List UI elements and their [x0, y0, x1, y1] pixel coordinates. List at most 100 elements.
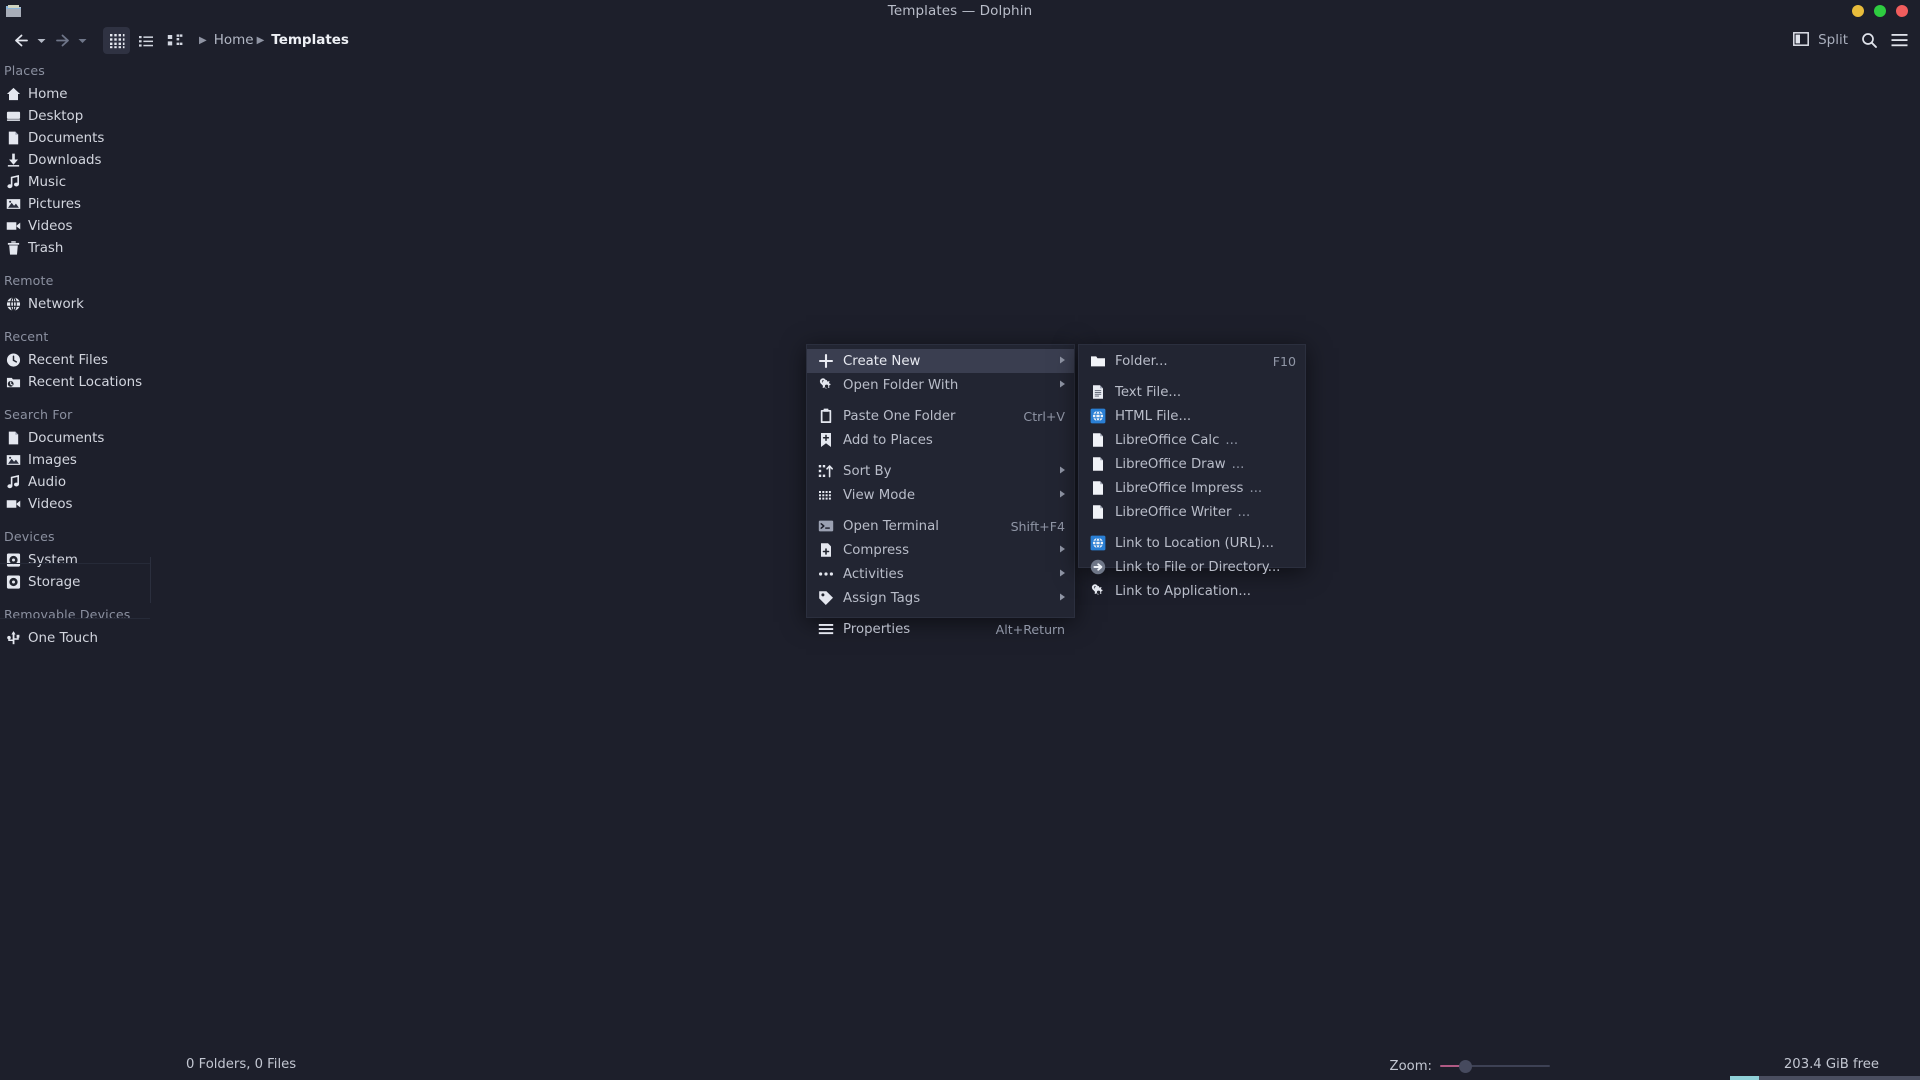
menu-item-shortcut: Shift+F4	[1010, 518, 1065, 534]
office-file-icon	[1089, 504, 1106, 520]
menu-item-activities[interactable]: Activities	[807, 562, 1074, 586]
sidebar-item-downloads[interactable]: Downloads	[0, 149, 183, 171]
zoom-slider-handle[interactable]	[1459, 1059, 1472, 1073]
submenu-item-folder-[interactable]: Folder... F10	[1079, 349, 1305, 373]
sidebar-group-title: Devices	[4, 529, 55, 544]
sidebar-item-documents[interactable]: Documents	[0, 127, 183, 149]
submenu-item-label: LibreOffice Calc...	[1115, 433, 1305, 448]
breadcrumb-item-templates[interactable]: Templates	[271, 32, 349, 48]
submenu-item-link-to-location-url-[interactable]: Link to Location (URL)...	[1079, 531, 1305, 555]
sidebar-item-label: Videos	[28, 218, 73, 234]
sidebar-item-documents[interactable]: Documents	[0, 427, 183, 449]
music-icon	[6, 475, 21, 490]
menu-item-open-terminal[interactable]: Open Terminal Shift+F4	[807, 514, 1074, 538]
menu-item-properties[interactable]: Properties Alt+Return	[807, 617, 1074, 641]
maximize-button[interactable]	[1874, 5, 1886, 17]
zoom-control: Zoom:	[1390, 1052, 1550, 1080]
menu-separator	[807, 452, 1074, 459]
submenu-item-libreoffice-writer[interactable]: LibreOffice Writer...	[1079, 500, 1305, 524]
sidebar-item-network[interactable]: Network	[0, 293, 183, 315]
sidebar-item-one-touch[interactable]: One Touch	[0, 627, 183, 649]
sidebar-item-videos[interactable]: Videos	[0, 493, 183, 515]
html-file-icon	[1089, 408, 1106, 424]
split-icon	[1793, 31, 1810, 50]
menu-item-shortcut: Ctrl+V	[1023, 408, 1065, 424]
hamburger-menu-icon[interactable]	[1884, 27, 1914, 54]
menu-item-sort-by[interactable]: Sort By	[807, 459, 1074, 483]
sidebar-item-system[interactable]: System	[0, 549, 183, 571]
menu-item-assign-tags[interactable]: Assign Tags	[807, 586, 1074, 610]
menu-item-shortcut: Alt+Return	[995, 621, 1065, 637]
sidebar-item-audio[interactable]: Audio	[0, 471, 183, 493]
menu-item-open-folder-with[interactable]: Open Folder With	[807, 373, 1074, 397]
network-icon	[6, 296, 21, 312]
sidebar-item-desktop[interactable]: Desktop	[0, 105, 183, 127]
sidebar-divider	[0, 618, 150, 619]
search-icon[interactable]	[1854, 27, 1884, 54]
zoom-label: Zoom:	[1389, 1058, 1432, 1074]
status-bar: 0 Folders, 0 Files Zoom: 203.4 GiB free	[0, 1052, 1920, 1080]
close-button[interactable]	[1896, 5, 1908, 17]
submenu-item-label: Link to Application...	[1115, 584, 1305, 599]
split-button[interactable]: Split	[1787, 27, 1854, 54]
submenu-item-libreoffice-impress[interactable]: LibreOffice Impress...	[1079, 476, 1305, 500]
menu-item-label: Properties	[843, 621, 911, 637]
menu-separator	[807, 610, 1074, 617]
back-button[interactable]	[8, 27, 35, 54]
icons-view-button[interactable]	[103, 27, 130, 54]
folder-white-icon	[1089, 353, 1106, 369]
submenu-item-link-to-application-[interactable]: Link to Application...	[1079, 579, 1305, 603]
submenu-item-text: Link to Application...	[1115, 583, 1252, 599]
submenu-arrow-icon	[1059, 591, 1066, 606]
sidebar-item-label: Downloads	[28, 152, 102, 168]
html-file-icon	[1089, 535, 1106, 551]
paste-icon	[817, 408, 834, 424]
compact-view-button[interactable]	[132, 27, 159, 54]
submenu-item-text: HTML File...	[1115, 408, 1192, 424]
menu-item-create-new[interactable]: Create New	[807, 349, 1074, 373]
submenu-item-text: LibreOffice Impress	[1115, 480, 1244, 496]
submenu-arrow-icon	[1059, 543, 1066, 558]
forward-dropdown-icon[interactable]	[76, 27, 89, 54]
submenu-item-libreoffice-calc[interactable]: LibreOffice Calc...	[1079, 428, 1305, 452]
open-with-icon	[817, 377, 834, 393]
sidebar-item-recent-files[interactable]: Recent Files	[0, 349, 183, 371]
submenu-item-label: LibreOffice Draw...	[1115, 457, 1305, 472]
submenu-item-ellipsis: ...	[1249, 480, 1263, 496]
sidebar-item-home[interactable]: Home	[0, 83, 183, 105]
desktop-icon	[6, 109, 21, 124]
menu-item-view-mode[interactable]: View Mode	[807, 483, 1074, 507]
sidebar-item-music[interactable]: Music	[0, 171, 183, 193]
sidebar-item-trash[interactable]: Trash	[0, 237, 183, 259]
menu-item-add-to-places[interactable]: Add to Places	[807, 428, 1074, 452]
sidebar-item-label: Recent Locations	[28, 374, 143, 390]
submenu-item-text: LibreOffice Draw	[1115, 456, 1226, 472]
office-file-icon	[1089, 480, 1106, 496]
menu-item-paste-one-folder[interactable]: Paste One Folder Ctrl+V	[807, 404, 1074, 428]
submenu-item-label: HTML File...	[1115, 409, 1305, 424]
submenu-item-link-to-file-or-directory-[interactable]: Link to File or Directory...	[1079, 555, 1305, 579]
usb-icon	[6, 631, 21, 646]
sidebar-item-pictures[interactable]: Pictures	[0, 193, 183, 215]
split-label: Split	[1818, 32, 1848, 48]
back-dropdown-icon[interactable]	[35, 27, 48, 54]
disk-icon	[6, 575, 21, 590]
sidebar-item-videos[interactable]: Videos	[0, 215, 183, 237]
minimize-button[interactable]	[1852, 5, 1864, 17]
submenu-item-html-file-[interactable]: HTML File...	[1079, 404, 1305, 428]
submenu-item-libreoffice-draw[interactable]: LibreOffice Draw...	[1079, 452, 1305, 476]
breadcrumb-item-home[interactable]: Home	[214, 32, 254, 48]
submenu-item-text-file-[interactable]: Text File...	[1079, 380, 1305, 404]
compress-icon	[817, 542, 834, 558]
submenu-item-label: LibreOffice Writer...	[1115, 505, 1305, 520]
grid-icon	[817, 487, 834, 503]
sidebar-item-storage[interactable]: Storage	[0, 571, 183, 593]
zoom-slider[interactable]	[1440, 1059, 1550, 1073]
forward-button[interactable]	[49, 27, 76, 54]
details-view-button[interactable]	[161, 27, 188, 54]
menu-item-compress[interactable]: Compress	[807, 538, 1074, 562]
sidebar-item-recent-locations[interactable]: Recent Locations	[0, 371, 183, 393]
sidebar-item-label: Pictures	[28, 196, 82, 212]
sidebar-item-images[interactable]: Images	[0, 449, 183, 471]
